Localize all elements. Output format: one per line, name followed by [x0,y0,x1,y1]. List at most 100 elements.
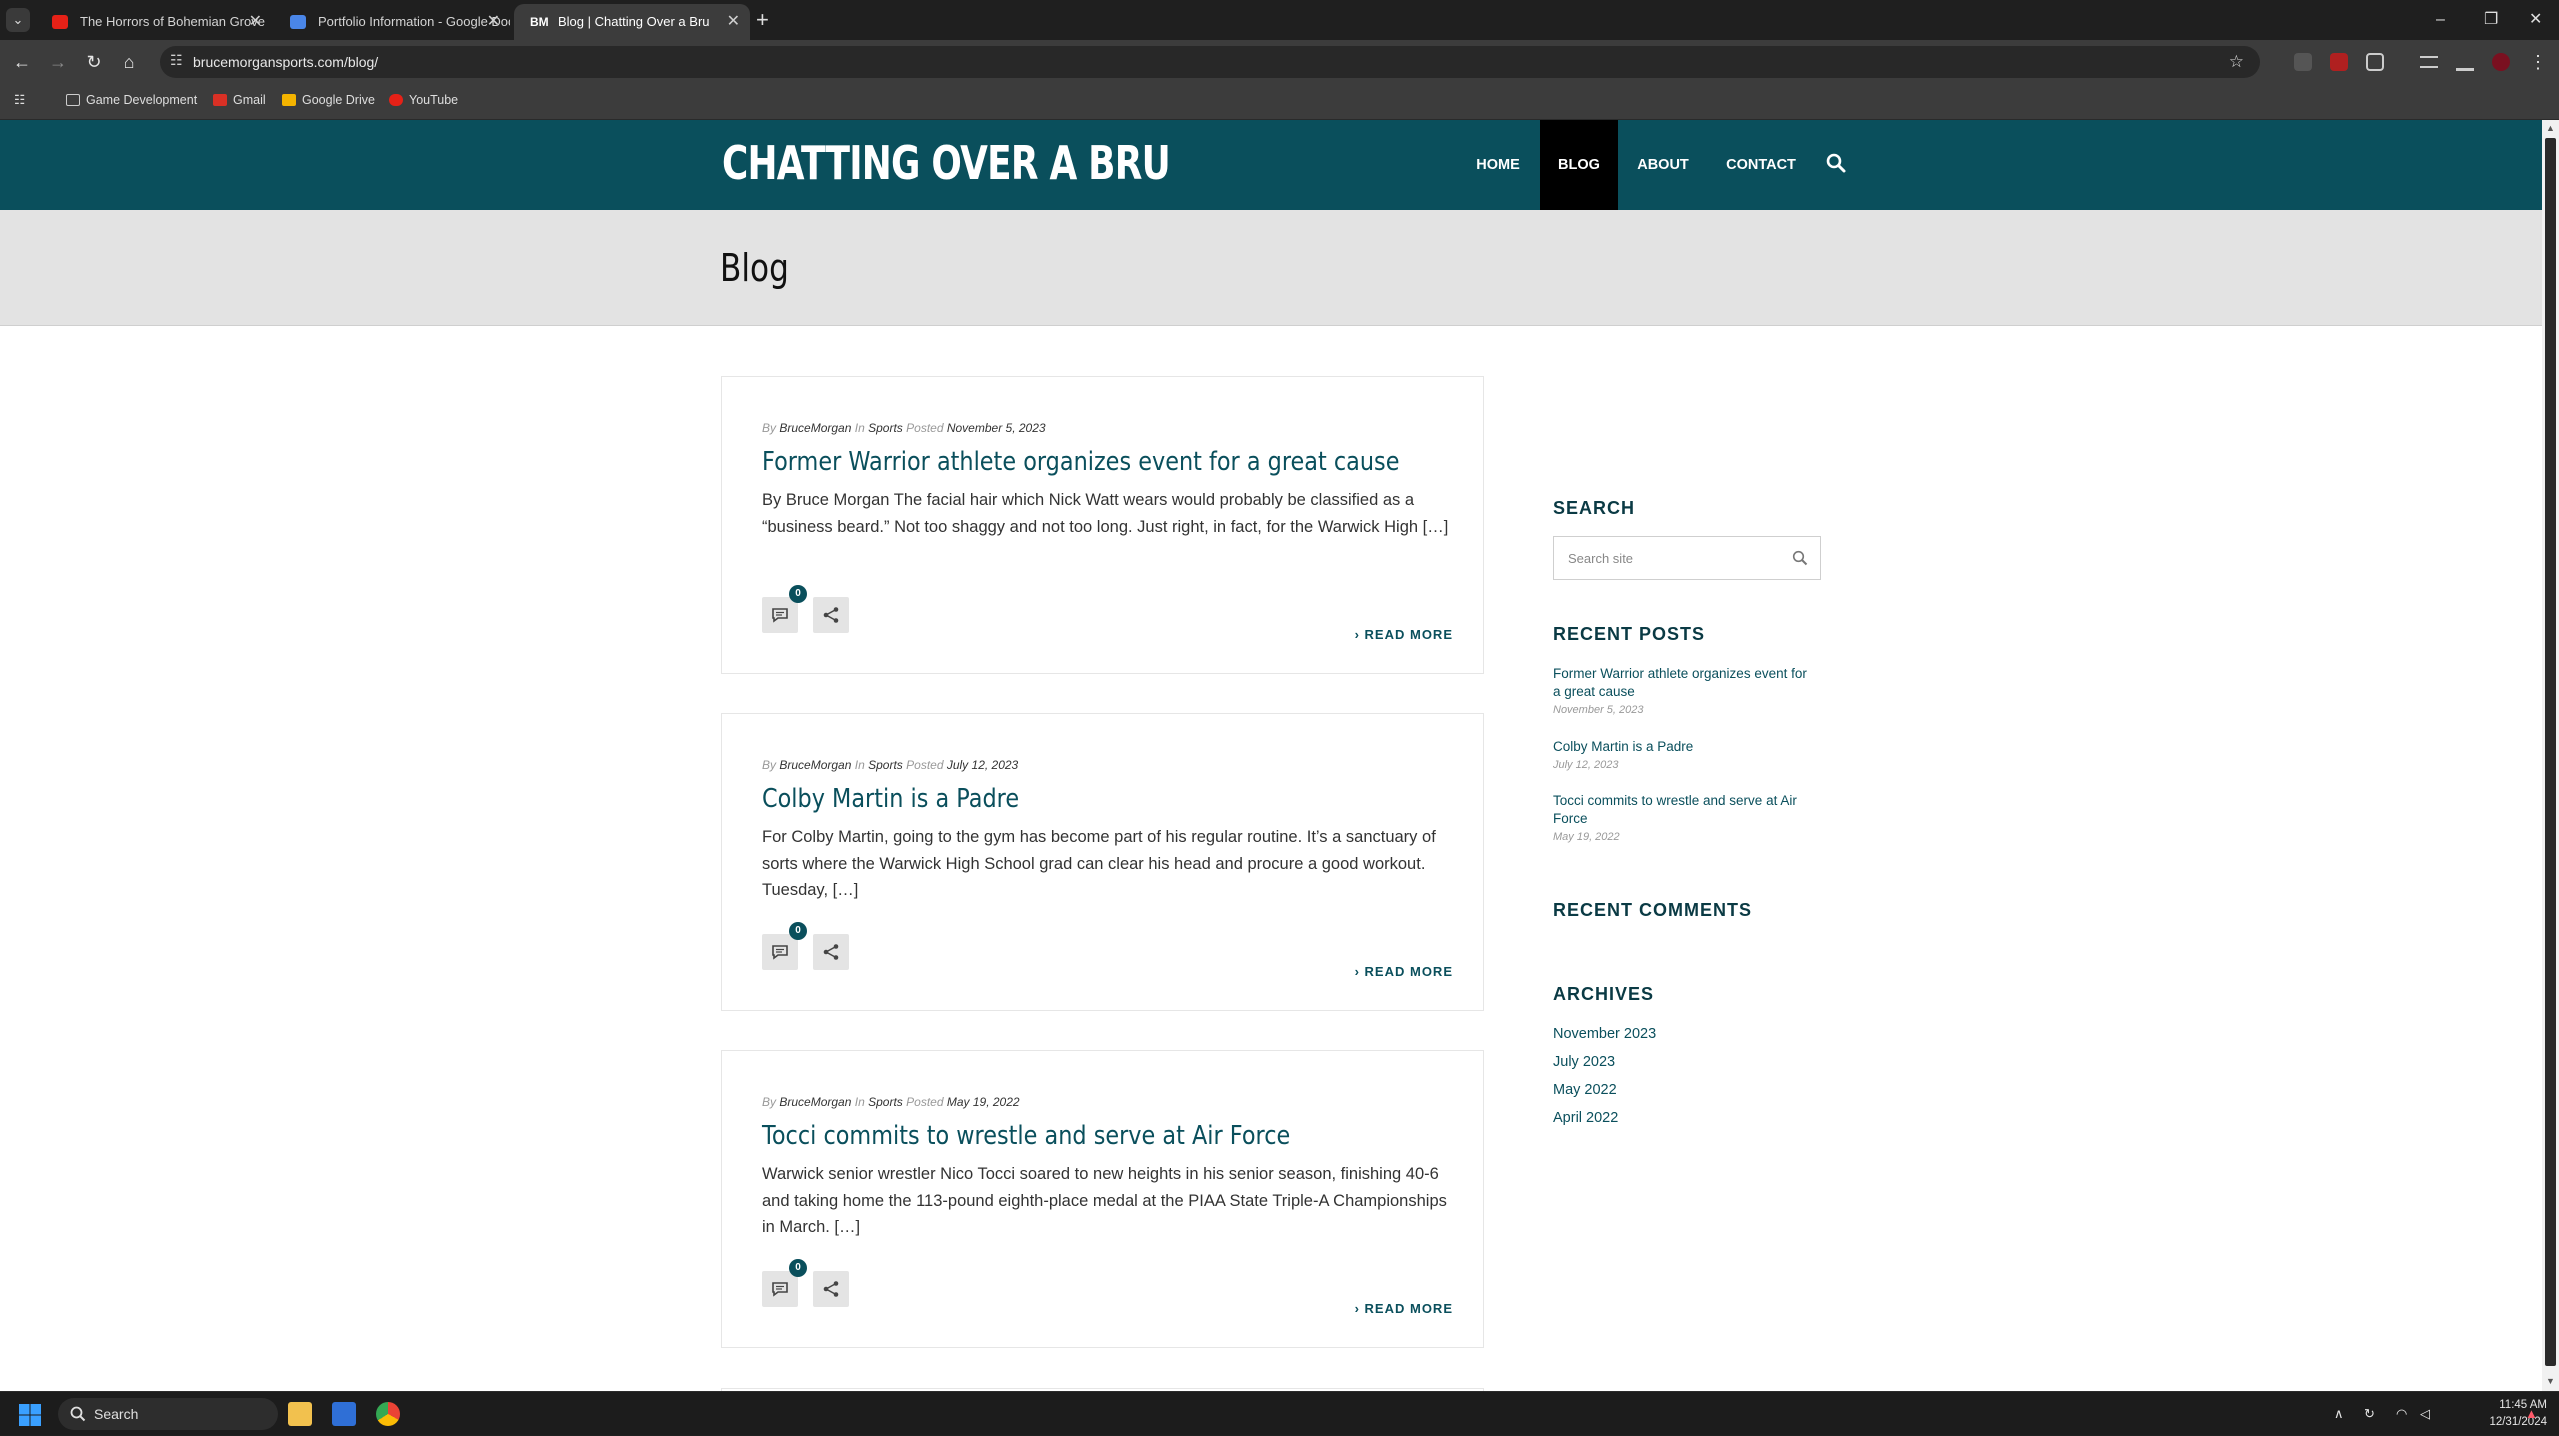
share-button[interactable] [813,934,849,970]
scrollbar-thumb[interactable] [2545,138,2556,1366]
windows-start-icon[interactable] [18,1403,42,1427]
back-icon[interactable]: ← [8,48,36,76]
recent-posts-title: RECENT POSTS [1553,624,1706,644]
file-explorer-icon[interactable] [288,1402,312,1426]
site-settings-icon[interactable]: ☷ [170,52,183,69]
home-icon[interactable]: ⌂ [115,48,143,76]
blog-post-card: By BruceMorgan In Sports Posted July 12,… [721,713,1484,1011]
comments-button[interactable] [762,1271,798,1307]
site-logo[interactable]: CHATTING OVER A BRU [722,136,1171,190]
search-icon[interactable] [1792,550,1808,566]
search-input[interactable] [1554,537,1784,579]
tab-close-icon[interactable]: ✕ [487,4,500,40]
post-author[interactable]: BruceMorgan [779,421,851,435]
read-more-link[interactable]: › READ MORE [1355,1301,1453,1316]
bookmark-label: Gmail [233,93,266,107]
recent-post-item: Tocci commits to wrestle and serve at Ai… [1553,792,1813,843]
forward-icon[interactable]: → [44,48,72,76]
scroll-down-icon[interactable]: ▼ [2546,1376,2555,1386]
chrome-icon[interactable] [376,1402,400,1426]
browser-menu-icon[interactable]: ⋮ [2524,48,2552,76]
recent-post-item: Former Warrior athlete organizes event f… [1553,665,1813,716]
nav-contact[interactable]: CONTACT [1716,120,1806,210]
bookmark-youtube[interactable]: YouTube [389,84,458,116]
comment-icon [772,945,788,960]
extensions-puzzle-icon[interactable] [2366,53,2384,71]
sync-icon[interactable]: ↻ [2364,1392,2375,1436]
comments-button[interactable] [762,934,798,970]
search-icon [70,1406,86,1422]
archive-link[interactable]: May 2022 [1553,1082,1617,1098]
tab-close-icon[interactable]: ✕ [249,4,262,40]
tab-bohemian-grove[interactable]: The Horrors of Bohemian Grove ✕ [36,4,272,40]
page-scrollbar[interactable]: ▲ ▼ [2542,120,2559,1391]
folder-icon [66,94,80,106]
google-docs-favicon-icon [290,15,306,29]
extension-icon[interactable] [2330,53,2348,71]
browser-toolbar: ← → ↻ ⌂ ☷ brucemorgansports.com/blog/ ☆ … [0,40,2559,84]
post-author[interactable]: BruceMorgan [779,758,851,772]
tab-blog-active[interactable]: BM Blog | Chatting Over a Bru ✕ [514,4,750,40]
archive-link[interactable]: April 2022 [1553,1110,1618,1126]
tab-close-icon[interactable]: ✕ [727,4,740,40]
post-title[interactable]: Tocci commits to wrestle and serve at Ai… [762,1121,1290,1151]
read-more-link[interactable]: › READ MORE [1355,964,1453,979]
share-icon [823,944,839,960]
share-button[interactable] [813,597,849,633]
post-category[interactable]: Sports [868,758,903,772]
post-excerpt: Warwick senior wrestler Nico Tocci soare… [762,1165,1447,1236]
comments-button[interactable] [762,597,798,633]
new-tab-plus-icon[interactable]: + [756,6,769,34]
apps-grid-icon[interactable]: ☷ [14,84,25,116]
post-category[interactable]: Sports [868,421,903,435]
recent-post-link[interactable]: Colby Martin is a Padre [1553,738,1813,756]
notification-bell-icon[interactable]: ▲ [2525,1392,2538,1436]
address-bar[interactable]: ☷ brucemorgansports.com/blog/ ☆ [160,46,2260,78]
nav-search-icon[interactable] [1825,152,1847,174]
read-more-link[interactable]: › READ MORE [1355,627,1453,642]
recent-post-date: July 12, 2023 [1553,759,1619,771]
recent-post-link[interactable]: Tocci commits to wrestle and serve at Ai… [1553,792,1813,828]
tab-portfolio-doc[interactable]: Portfolio Information - Google Docs ✕ [274,4,510,40]
post-meta: By BruceMorgan In Sports Posted November… [762,421,1046,435]
nav-about[interactable]: ABOUT [1626,120,1700,210]
extension-icon[interactable] [2294,53,2312,71]
post-meta: By BruceMorgan In Sports Posted July 12,… [762,758,1019,772]
archive-link[interactable]: July 2023 [1553,1054,1615,1070]
url-text[interactable]: brucemorgansports.com/blog/ [193,46,378,78]
post-author[interactable]: BruceMorgan [779,1095,851,1109]
bookmark-game-development[interactable]: Game Development [66,84,197,116]
bookmark-star-icon[interactable]: ☆ [2229,46,2244,78]
page-title-band: Blog [0,210,2542,326]
restore-icon[interactable]: ❐ [2484,6,2498,34]
nav-blog[interactable]: BLOG [1540,120,1618,210]
wifi-icon[interactable]: ◠ [2396,1392,2407,1436]
tray-overflow-icon[interactable]: ∧ [2334,1392,2344,1436]
post-date: July 12, 2023 [946,758,1019,772]
volume-icon[interactable]: ◁ [2420,1392,2430,1436]
bookmark-gmail[interactable]: Gmail [213,84,266,116]
nav-home[interactable]: HOME [1464,120,1532,210]
tab-search-chevron-icon[interactable]: ⌄ [6,8,30,32]
notepad-icon[interactable] [332,1402,356,1426]
recent-post-item: Colby Martin is a Padre July 12, 2023 [1553,738,1813,771]
share-button[interactable] [813,1271,849,1307]
post-title[interactable]: Former Warrior athlete organizes event f… [762,447,1399,477]
recent-post-link[interactable]: Former Warrior athlete organizes event f… [1553,665,1813,701]
download-icon[interactable] [2456,53,2474,71]
youtube-favicon-icon [52,15,68,29]
archive-link[interactable]: November 2023 [1553,1026,1656,1042]
tab-strip: ⌄ The Horrors of Bohemian Grove ✕ Portfo… [0,0,2559,40]
profile-avatar[interactable] [2492,53,2510,71]
bookmark-google-drive[interactable]: Google Drive [282,84,375,116]
window-close-icon[interactable]: ✕ [2529,6,2542,34]
media-control-icon[interactable] [2420,56,2438,68]
post-title[interactable]: Colby Martin is a Padre [762,784,1019,814]
minimize-icon[interactable]: – [2436,6,2445,34]
scroll-up-icon[interactable]: ▲ [2546,123,2555,133]
post-category[interactable]: Sports [868,1095,903,1109]
taskbar-search[interactable]: Search [58,1398,278,1430]
page-title: Blog [720,246,789,290]
sidebar-search-box [1553,536,1821,580]
reload-icon[interactable]: ↻ [80,48,108,76]
